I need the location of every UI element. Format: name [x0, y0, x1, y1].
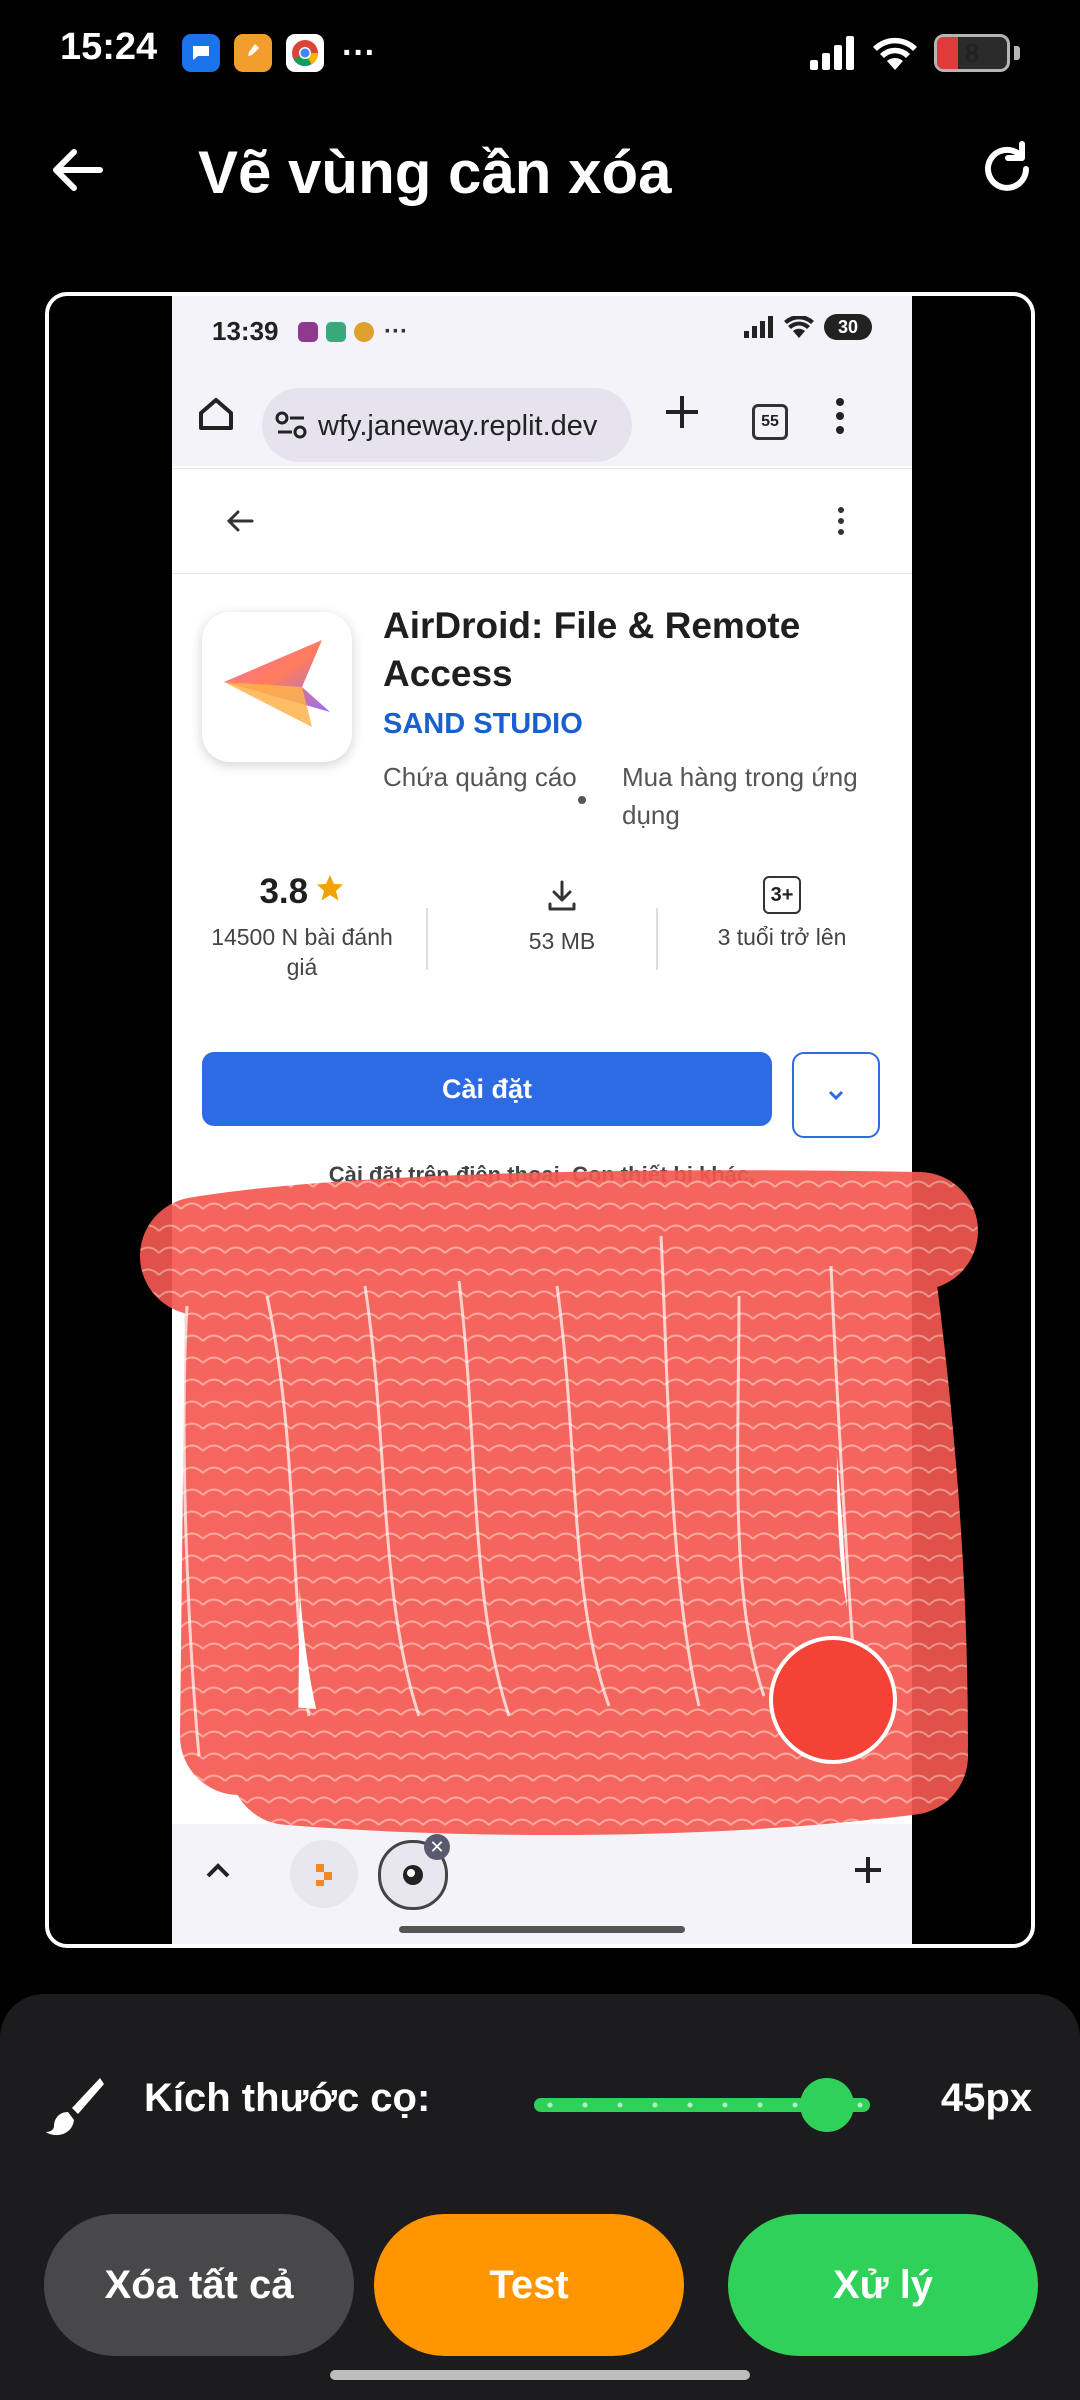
screenshot-time: 13:39 — [212, 316, 279, 346]
brush-size-slider-thumb[interactable] — [800, 2078, 854, 2132]
browser-toolbar: wfy.janeway.replit.dev 55 — [172, 362, 912, 466]
install-note: Cài đặt trên điện thoại. Con thiết bị kh… — [328, 1162, 756, 1187]
download-icon — [548, 880, 576, 911]
paintbrush-icon — [46, 2078, 104, 2136]
chrome-icon — [286, 34, 324, 72]
more-icon: ··· — [384, 318, 408, 345]
app-logo — [202, 612, 352, 762]
notification-icons: ··· — [182, 34, 376, 72]
home-icon — [199, 398, 233, 430]
page-title: Vẽ vùng cần xóa — [198, 139, 672, 206]
wifi-icon — [784, 316, 814, 338]
more-vert-icon — [838, 507, 844, 535]
age-stat: 3+ 3 tuổi trở lên — [672, 872, 892, 951]
app-icon — [298, 322, 318, 342]
refresh-icon[interactable] — [974, 136, 1040, 202]
rating-value: 3.8 — [259, 872, 309, 911]
wifi-icon — [873, 37, 917, 70]
battery-level: 8 — [964, 38, 980, 68]
brush-size-label: Kích thước cọ: — [144, 2076, 431, 2120]
drawing-canvas[interactable]: 13:39 ··· 30 wfy.janeway.replit.dev 55 A… — [45, 292, 1035, 1948]
rating-stat: 3.8 14500 N bài đánh giá — [202, 872, 402, 982]
test-button[interactable]: Test — [374, 2214, 684, 2356]
app-name: AirDroid: File & Remote Access — [383, 605, 801, 694]
chrome-icon — [354, 322, 374, 342]
install-options-button — [792, 1052, 880, 1138]
close-tab-icon: ✕ — [424, 1834, 450, 1860]
address-bar: wfy.janeway.replit.dev — [262, 388, 632, 462]
age-label: 3 tuổi trở lên — [717, 924, 847, 950]
status-bar: 15:24 ··· 8 — [0, 0, 1080, 110]
store-app-bar — [172, 468, 912, 574]
status-indicators: 8 — [810, 34, 1020, 72]
size-stat: 53 MB — [462, 872, 662, 955]
app-header: Vẽ vùng cần xóa — [0, 110, 1080, 230]
app-icon — [326, 322, 346, 342]
cleaner-app-icon — [234, 34, 272, 72]
battery-icon: 8 — [934, 34, 1010, 72]
status-time: 15:24 — [60, 26, 158, 68]
divider — [656, 908, 658, 970]
signal-icon — [744, 316, 773, 338]
more-notifications-icon: ··· — [342, 34, 376, 72]
url-text: wfy.janeway.replit.dev — [318, 410, 598, 442]
screenshot-notification-icons: ··· — [298, 318, 408, 346]
new-tab-icon — [855, 1857, 881, 1883]
screenshot-status-bar: 13:39 ··· 30 — [172, 296, 912, 362]
new-tab-icon — [666, 396, 698, 428]
control-panel: Kích thước cọ: 45px Xóa tất cả Test Xử l… — [0, 1994, 1080, 2400]
process-button[interactable]: Xử lý — [728, 2214, 1038, 2356]
chevron-up-icon — [206, 1863, 230, 1878]
install-button: Cài đặt — [202, 1052, 772, 1126]
chevron-down-icon — [828, 1090, 844, 1101]
star-icon — [316, 875, 343, 901]
screenshot-battery: 30 — [824, 314, 872, 340]
app-size: 53 MB — [528, 928, 596, 954]
source-screenshot: 13:39 ··· 30 wfy.janeway.replit.dev 55 A… — [172, 296, 912, 1944]
home-indicator — [330, 2370, 750, 2380]
iap-tag: Mua hàng trong ứng dụng — [622, 762, 858, 830]
site-settings-icon — [275, 411, 307, 439]
divider — [426, 908, 428, 970]
brush-size-value: 45px — [940, 2076, 1032, 2120]
browser-bottom-bar: ✕ — [172, 1824, 912, 1944]
menu-icon — [836, 398, 844, 434]
clear-all-button[interactable]: Xóa tất cả — [44, 2214, 354, 2356]
app-developer: SAND STUDIO — [383, 708, 583, 740]
signal-icon — [810, 36, 854, 70]
review-count: 14500 N bài đánh giá — [211, 924, 393, 980]
back-arrow-icon — [226, 510, 254, 532]
chat-app-icon — [182, 34, 220, 72]
gesture-handle — [399, 1926, 685, 1933]
ads-tag: Chứa quảng cáo — [383, 762, 577, 792]
separator-dot — [578, 796, 586, 804]
tab-count: 55 — [752, 404, 788, 440]
back-arrow-icon[interactable] — [48, 140, 108, 200]
screenshot-indicators: 30 — [744, 314, 872, 340]
tab-thumbnail — [290, 1840, 358, 1908]
age-badge: 3+ — [763, 876, 801, 914]
